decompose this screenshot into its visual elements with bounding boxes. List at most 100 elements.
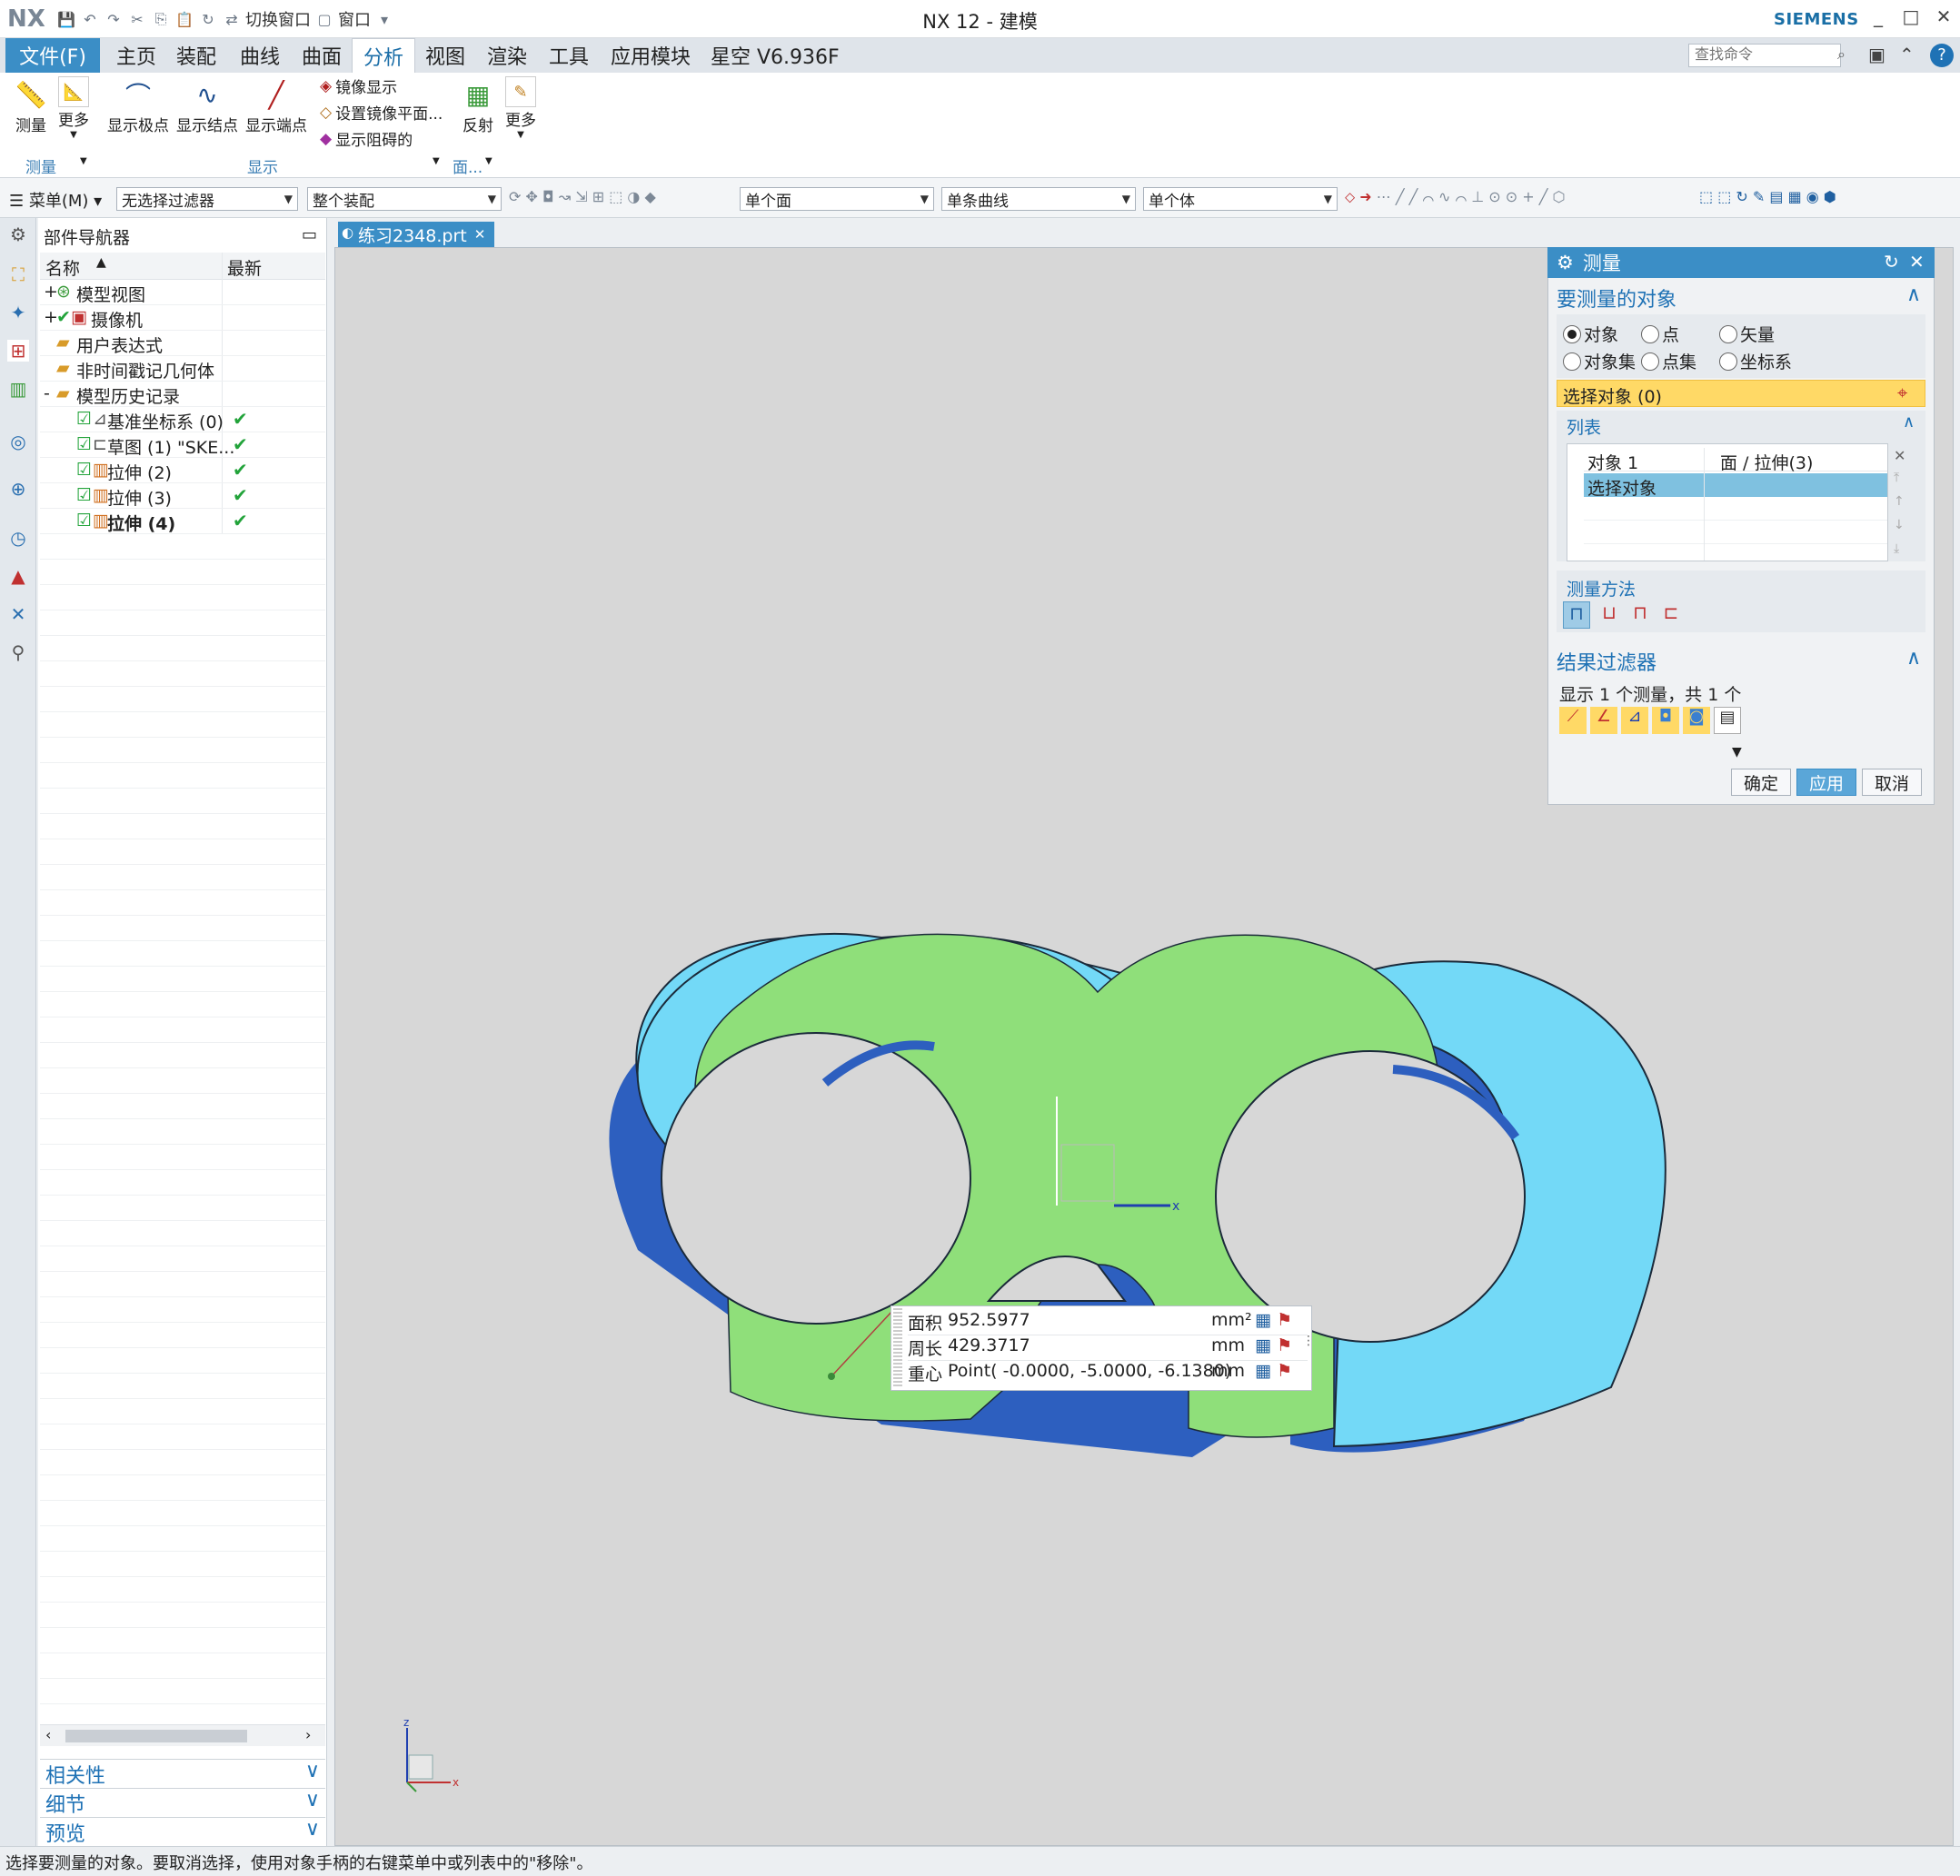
measure-flag-icon[interactable]: ⚑ <box>1277 1361 1292 1381</box>
table-row[interactable]: 对象 1 面 / 拉伸(3) <box>1584 448 1887 473</box>
chevron-up-icon[interactable]: ∧ <box>1903 412 1915 432</box>
process-studio-icon[interactable]: ✕ <box>7 603 29 625</box>
reuse-library-icon[interactable]: ▥ <box>7 378 29 400</box>
angle-filter-icon[interactable]: ∠ <box>1590 707 1617 734</box>
group-measure-menu-icon[interactable]: ▼ <box>80 156 87 166</box>
measure-button[interactable]: 📏 测量 <box>13 76 49 136</box>
tab-curve[interactable]: 曲线 <box>229 38 291 73</box>
method-default-icon[interactable]: ⊓ <box>1563 601 1590 629</box>
fullscreen-icon[interactable]: ▣ <box>1868 44 1885 65</box>
list-label[interactable]: 列表 <box>1567 414 1601 439</box>
dependencies-panel[interactable]: 相关性 ∨ <box>40 1759 325 1788</box>
more-measure-button[interactable]: 📐 更多 ▼ <box>58 76 89 140</box>
expand-results-icon[interactable]: ⋮ <box>1302 1334 1315 1348</box>
drag-handle[interactable] <box>893 1308 902 1388</box>
tab-xingkong[interactable]: 星空 V6.936F <box>700 38 851 73</box>
help-icon[interactable]: ? <box>1930 44 1954 67</box>
pin-icon[interactable]: ▭ <box>302 225 317 244</box>
area-filter-icon[interactable]: ◘ <box>1652 707 1679 734</box>
more-analysis-button[interactable]: ✎ 更多 ▼ <box>505 76 536 140</box>
list-item[interactable]: ☑ ▥ 拉伸 (3) ✔ <box>40 483 325 509</box>
method-projected-icon[interactable]: ⊔ <box>1596 601 1623 629</box>
radio-object-set[interactable]: 对象集 <box>1563 349 1636 373</box>
list-item[interactable]: ▰ 非时间戳记几何体 <box>40 356 325 382</box>
measure-flag-icon[interactable]: ⚑ <box>1277 1335 1292 1355</box>
type-filter-select[interactable]: 无选择过滤器 ▼ <box>116 187 298 211</box>
chevron-down-icon[interactable]: ▼ <box>1732 745 1742 759</box>
list-filter-icon[interactable]: ▤ <box>1714 707 1741 734</box>
list-item[interactable]: + ✔ ▣ 摄像机 <box>40 305 325 331</box>
tab-analysis[interactable]: 分析 <box>352 38 416 73</box>
refresh-icon[interactable]: ↻ <box>1884 251 1899 273</box>
section-objects-title[interactable]: 要测量的对象 <box>1557 283 1676 313</box>
remove-icon[interactable]: ✕ <box>1894 447 1905 464</box>
checkbox-icon[interactable]: ☑ <box>76 409 92 429</box>
curve-rule-select[interactable]: 单条曲线 ▼ <box>941 187 1136 211</box>
distance-filter-icon[interactable]: ⟋ <box>1559 707 1587 734</box>
tab-view[interactable]: 视图 <box>414 38 476 73</box>
calculator-icon[interactable]: ▦ <box>1255 1310 1271 1330</box>
list-item[interactable]: + ⊛ 模型视图 <box>40 280 325 305</box>
preview-panel[interactable]: 预览 ∨ <box>40 1817 325 1846</box>
close-tab-icon[interactable]: ✕ <box>474 226 486 243</box>
part-file-tab[interactable]: ◐ 练习2348.prt ✕ <box>338 222 494 247</box>
column-name-header[interactable]: 名称 <box>45 255 80 280</box>
radio-csys[interactable]: 坐标系 <box>1719 349 1792 373</box>
list-item[interactable]: - ▰ 模型历史记录 <box>40 382 325 407</box>
mirror-display-button[interactable]: ◈ 镜像显示 <box>320 74 397 98</box>
details-panel[interactable]: 细节 ∨ <box>40 1788 325 1817</box>
checkbox-icon[interactable]: ☑ <box>76 460 92 480</box>
gear-icon[interactable]: ⚙ <box>7 223 29 245</box>
close-icon[interactable]: ✕ <box>1930 5 1957 27</box>
show-blocking-button[interactable]: ◆ 显示阻碍的 <box>320 127 413 151</box>
scroll-right-icon[interactable]: › <box>305 1726 311 1743</box>
move-top-icon[interactable]: ⤒ <box>1894 471 1899 485</box>
snap-point-icons[interactable]: ⬦ ➜ ⋯ ╱ ╱ ⌒ ∿ ⌒ ⊥ ⊙ ⊙ + ╱ ⬡ <box>1345 188 1565 206</box>
cancel-button[interactable]: 取消 <box>1862 769 1922 796</box>
tab-render[interactable]: 渲染 <box>476 38 538 73</box>
radio-object[interactable]: 对象 <box>1563 322 1618 346</box>
list-item[interactable]: ☑ ▥ 拉伸 (4) ✔ <box>40 509 325 534</box>
hd3d-icon[interactable]: ◎ <box>7 431 29 452</box>
section-filter-title[interactable]: 结果过滤器 <box>1557 647 1657 676</box>
list-item[interactable]: ☑ ⊿ 基准坐标系 (0) ✔ <box>40 407 325 432</box>
calculator-icon[interactable]: ▦ <box>1255 1335 1271 1355</box>
show-endpoint-button[interactable]: ╱ 显示端点 <box>245 76 307 136</box>
assembly-navigator-icon[interactable]: ⛶ <box>7 263 29 285</box>
checkbox-icon[interactable]: ☑ <box>76 485 92 505</box>
constraint-navigator-icon[interactable]: ✦ <box>7 302 29 323</box>
close-icon[interactable]: ✕ <box>1909 251 1925 273</box>
face-rule-select[interactable]: 单个面 ▼ <box>740 187 934 211</box>
method-screen-icon[interactable]: ⊓ <box>1627 601 1654 629</box>
radio-point-set[interactable]: 点集 <box>1641 349 1696 373</box>
tab-tools[interactable]: 工具 <box>538 38 600 73</box>
set-mirror-plane-button[interactable]: ◇ 设置镜像平面... <box>320 101 443 124</box>
checkbox-icon[interactable]: ☑ <box>76 434 92 454</box>
selection-scope-select[interactable]: 整个装配 ▼ <box>307 187 502 211</box>
roles-icon[interactable]: ⚲ <box>7 641 29 663</box>
list-item[interactable]: ☑ ▥ 拉伸 (2) ✔ <box>40 458 325 483</box>
checkbox-icon[interactable]: ☑ <box>76 511 92 531</box>
tab-application[interactable]: 应用模块 <box>600 38 701 73</box>
column-latest-header[interactable]: 最新 <box>227 255 262 280</box>
part-navigator-icon[interactable]: ⊞ <box>7 340 29 362</box>
list-item[interactable]: ▰ 用户表达式 <box>40 331 325 356</box>
table-row-selected[interactable]: 选择对象 <box>1584 473 1887 499</box>
view-tool-icons[interactable]: ⬚ ⬚ ↻ ✎ ▤ ▦ ◉ ⬢ <box>1699 188 1836 205</box>
show-knot-button[interactable]: ∿ 显示结点 <box>176 76 238 136</box>
system-materials-icon[interactable]: ▲ <box>7 565 29 587</box>
list-item[interactable]: ☑ ⊏ 草图 (1) "SKE... ✔ <box>40 432 325 458</box>
reflect-button[interactable]: ▦ 反射 <box>460 76 496 136</box>
chevron-up-icon[interactable]: ∧ <box>1906 283 1921 306</box>
vector-filter-icon[interactable]: ⊿ <box>1621 707 1648 734</box>
maximize-button[interactable]: □ <box>1897 5 1925 27</box>
history-icon[interactable]: ◷ <box>7 527 29 549</box>
group-display-menu-icon[interactable]: ▼ <box>433 156 440 166</box>
search-command-input[interactable] <box>1688 44 1841 67</box>
move-up-icon[interactable]: ↑ <box>1894 494 1905 509</box>
method-min-icon[interactable]: ⊏ <box>1657 601 1685 629</box>
move-bottom-icon[interactable]: ⤓ <box>1894 541 1899 556</box>
selection-tool-icons[interactable]: ⟳ ✥ ◘ ↝ ⇲ ⊞ ⬚ ◑ ◆ <box>509 188 656 205</box>
calculator-icon[interactable]: ▦ <box>1255 1361 1271 1381</box>
tab-surface[interactable]: 曲面 <box>291 38 353 73</box>
